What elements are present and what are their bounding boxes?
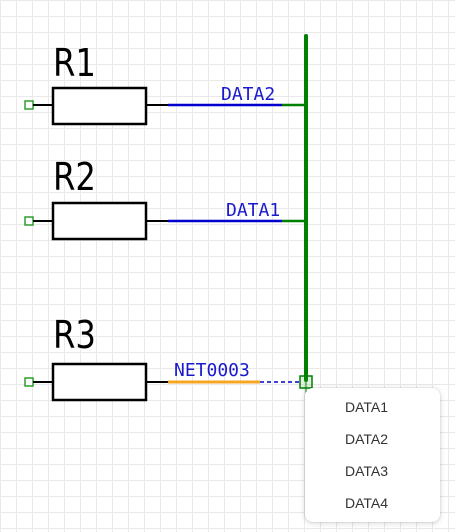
net-option-data1[interactable]: DATA1 bbox=[305, 391, 440, 423]
r3-pin[interactable] bbox=[24, 377, 34, 387]
r2-net-label[interactable]: DATA1 bbox=[226, 200, 280, 221]
r1-body[interactable] bbox=[51, 86, 148, 126]
r2-pin[interactable] bbox=[24, 216, 34, 226]
r3-body[interactable] bbox=[51, 362, 148, 402]
r1-designator: R1 bbox=[53, 42, 96, 86]
net-option-data2[interactable]: DATA2 bbox=[305, 423, 440, 455]
r3-net-label[interactable]: NET0003 bbox=[174, 360, 250, 381]
connection-cursor[interactable] bbox=[299, 375, 313, 389]
resistor-r1[interactable]: R1 DATA2 bbox=[24, 42, 306, 126]
net-name-dropdown[interactable]: DATA1 DATA2 DATA3 DATA4 bbox=[305, 388, 440, 522]
r1-net-label[interactable]: DATA2 bbox=[221, 84, 275, 105]
net-option-data3[interactable]: DATA3 bbox=[305, 455, 440, 487]
r2-body[interactable] bbox=[51, 201, 148, 241]
resistor-r3[interactable]: R3 NET0003 bbox=[24, 314, 300, 402]
r2-designator: R2 bbox=[53, 156, 96, 200]
resistor-r2[interactable]: R2 DATA1 bbox=[24, 156, 306, 241]
r3-designator: R3 bbox=[53, 314, 96, 358]
net-option-data4[interactable]: DATA4 bbox=[305, 487, 440, 519]
r1-pin[interactable] bbox=[24, 100, 34, 110]
